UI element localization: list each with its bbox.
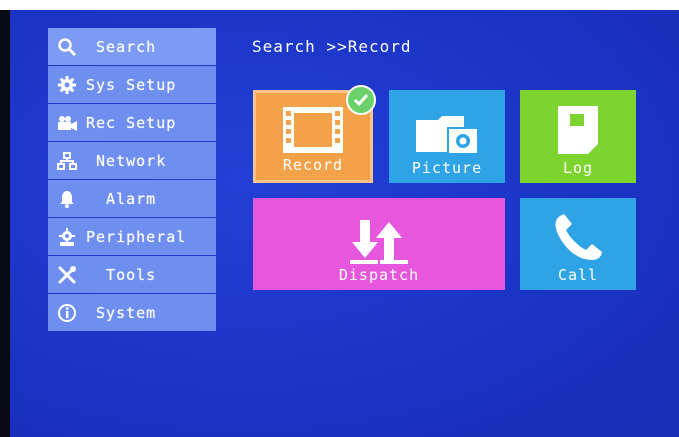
bell-icon (56, 188, 78, 210)
sidebar-item-sys-setup[interactable]: Sys Setup (48, 66, 216, 103)
sidebar-item-label: Rec Setup (86, 113, 177, 132)
record-label: Record (282, 156, 344, 174)
screen-edge (0, 10, 10, 437)
breadcrumb: Search >>Record (252, 37, 412, 56)
sidebar-item-label: System (86, 303, 157, 322)
sidebar-item-rec-setup[interactable]: Rec Setup (48, 104, 216, 141)
search-icon (56, 36, 78, 58)
record-tile[interactable]: Record (253, 85, 376, 183)
sidebar-item-label: Peripheral (86, 227, 187, 246)
dispatch-tile[interactable]: Dispatch (253, 198, 505, 290)
folder-camera-icon (414, 112, 480, 160)
sidebar-item-search[interactable]: Search (48, 28, 216, 65)
sidebar-item-label: Search (86, 37, 157, 56)
peripheral-icon (56, 226, 78, 248)
picture-label: Picture (411, 159, 483, 177)
sidebar-item-tools[interactable]: Tools (48, 256, 216, 293)
sidebar-menu: Search Sys Setup Rec Setup Network Alarm… (48, 28, 216, 332)
sidebar-item-label: Network (86, 151, 167, 170)
gear-icon (56, 74, 78, 96)
info-icon (56, 302, 78, 324)
phone-icon (550, 212, 606, 268)
picture-tile[interactable]: Picture (389, 90, 505, 183)
sidebar-item-alarm[interactable]: Alarm (48, 180, 216, 217)
sidebar-item-label: Alarm (86, 189, 157, 208)
network-icon (56, 150, 78, 172)
selected-check-icon (346, 85, 376, 115)
tools-icon (56, 264, 78, 286)
sidebar-item-system[interactable]: System (48, 294, 216, 331)
sidebar-item-label: Tools (86, 265, 157, 284)
transfer-arrows-icon (350, 218, 408, 268)
call-label: Call (557, 266, 599, 284)
sidebar-item-network[interactable]: Network (48, 142, 216, 179)
log-tile[interactable]: Log (520, 90, 636, 183)
film-icon (281, 105, 345, 159)
sidebar-item-peripheral[interactable]: Peripheral (48, 218, 216, 255)
call-tile[interactable]: Call (520, 198, 636, 290)
sidebar-item-label: Sys Setup (86, 75, 177, 94)
dispatch-label: Dispatch (338, 266, 420, 284)
camera-icon (56, 112, 78, 134)
log-label: Log (562, 159, 594, 177)
document-icon (556, 104, 600, 160)
